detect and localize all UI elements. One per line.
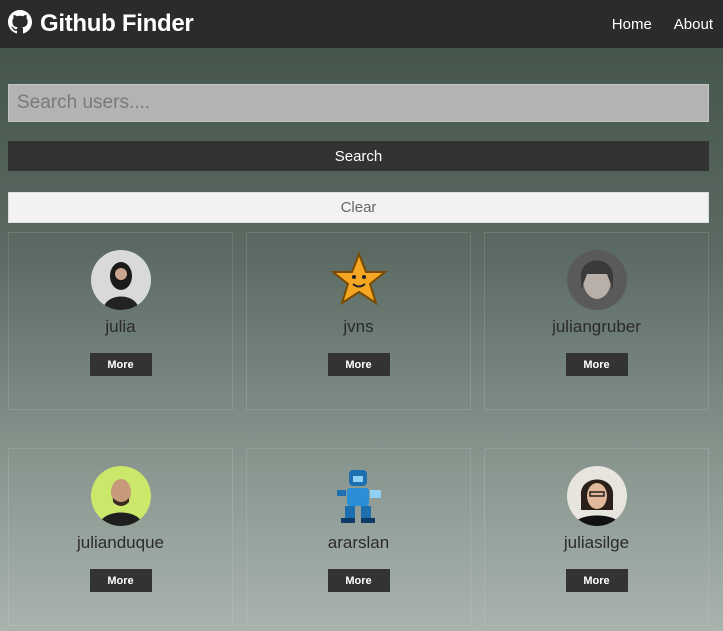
user-grid: julia More jvns More juliangruber More j… xyxy=(8,232,709,626)
user-avatar xyxy=(90,466,151,526)
app-title: Github Finder xyxy=(40,10,194,37)
clear-button[interactable]: Clear xyxy=(8,192,709,223)
github-icon xyxy=(8,9,32,39)
more-button[interactable]: More xyxy=(89,569,152,592)
main-content: Search Clear julia More jvns More julian… xyxy=(0,84,723,626)
user-login: jvns xyxy=(343,317,374,336)
brand[interactable]: Github Finder xyxy=(8,9,194,39)
user-avatar xyxy=(566,466,627,526)
nav-link-home[interactable]: Home xyxy=(612,16,652,33)
user-avatar xyxy=(566,250,627,310)
user-login: julia xyxy=(105,317,136,336)
user-card: juliasilge More xyxy=(484,448,709,626)
more-button[interactable]: More xyxy=(89,353,152,376)
user-card: ararslan More xyxy=(246,448,471,626)
more-button[interactable]: More xyxy=(327,569,390,592)
star-avatar xyxy=(329,250,389,310)
user-avatar xyxy=(90,250,151,310)
user-card: julia More xyxy=(8,232,233,410)
user-login: ararslan xyxy=(327,533,390,552)
user-login: julianduque xyxy=(77,533,164,552)
search-input[interactable] xyxy=(8,84,709,122)
robot-avatar xyxy=(329,466,389,526)
user-card: julianduque More xyxy=(8,448,233,626)
more-button[interactable]: More xyxy=(565,353,628,376)
user-card: jvns More xyxy=(246,232,471,410)
more-button[interactable]: More xyxy=(565,569,628,592)
user-card: juliangruber More xyxy=(484,232,709,410)
user-login: juliangruber xyxy=(552,317,641,336)
nav-links: Home About xyxy=(612,16,713,33)
search-button[interactable]: Search xyxy=(8,141,709,171)
more-button[interactable]: More xyxy=(327,353,390,376)
nav-link-about[interactable]: About xyxy=(674,16,713,33)
navbar: Github Finder Home About xyxy=(0,0,723,48)
user-login: juliasilge xyxy=(563,533,630,552)
